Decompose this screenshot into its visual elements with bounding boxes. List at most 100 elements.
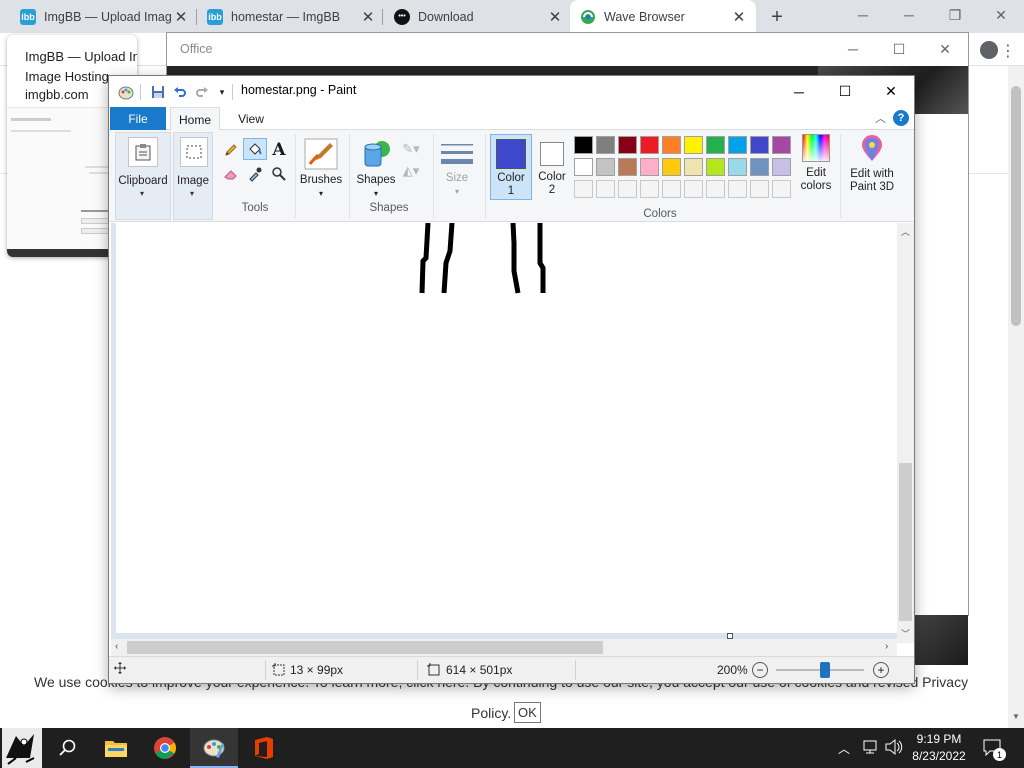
search-icon[interactable] <box>44 728 92 768</box>
scroll-down-icon[interactable]: ▼ <box>1012 712 1020 721</box>
palette-swatch[interactable] <box>772 158 791 176</box>
redo-icon[interactable] <box>193 83 211 101</box>
tab-view[interactable]: View <box>226 107 276 130</box>
edit-colors-button[interactable]: Edit colors <box>796 134 836 193</box>
tab-download[interactable]: ••• Download ✕ <box>394 0 564 33</box>
palette-swatch[interactable] <box>574 158 593 176</box>
new-tab-button[interactable]: + <box>766 6 788 28</box>
palette-swatch[interactable] <box>640 136 659 154</box>
restore-button[interactable]: ❐ <box>932 0 978 30</box>
start-button[interactable] <box>0 728 44 768</box>
clock-date[interactable]: 8/23/2022 <box>908 749 970 763</box>
palette-swatch-empty[interactable] <box>662 180 681 198</box>
cookie-ok-button[interactable]: OK <box>514 702 541 723</box>
office-icon[interactable] <box>240 728 288 768</box>
close-icon[interactable]: ✕ <box>359 8 377 26</box>
palette-swatch[interactable] <box>750 158 769 176</box>
customize-qat-icon[interactable]: ▾ <box>213 83 231 101</box>
palette-swatch-empty[interactable] <box>684 180 703 198</box>
size-button[interactable]: Size ▾ <box>435 132 479 220</box>
close-icon[interactable]: ✕ <box>546 8 564 26</box>
help-icon[interactable]: ? <box>893 110 909 126</box>
palette-swatch[interactable] <box>728 136 747 154</box>
file-explorer-icon[interactable] <box>92 728 140 768</box>
fill-shape-icon[interactable]: ◭▾ <box>399 162 423 180</box>
outline-icon[interactable]: ✎▾ <box>399 140 423 158</box>
palette-swatch[interactable] <box>684 136 703 154</box>
tab-file[interactable]: File <box>110 107 166 130</box>
office-minimize-button[interactable]: ─ <box>830 39 876 59</box>
page-scrollbar[interactable]: ▼ <box>1008 66 1024 728</box>
scrollbar-thumb[interactable] <box>127 641 603 654</box>
palette-swatch[interactable] <box>706 136 725 154</box>
scroll-down-icon[interactable]: ﹀ <box>901 627 910 640</box>
text-icon[interactable]: A <box>269 140 289 160</box>
palette-swatch[interactable] <box>750 136 769 154</box>
palette-swatch-empty[interactable] <box>640 180 659 198</box>
tab-imgbb-upload[interactable]: ibb ImgBB — Upload Imag ✕ <box>20 0 190 33</box>
palette-swatch[interactable] <box>596 158 615 176</box>
save-icon[interactable] <box>149 83 167 101</box>
palette-swatch[interactable] <box>618 136 637 154</box>
color1-button[interactable]: Color 1 <box>490 134 532 200</box>
scrollbar-thumb[interactable] <box>899 463 912 621</box>
paint-taskbar-icon[interactable] <box>190 728 238 768</box>
palette-swatch-empty[interactable] <box>750 180 769 198</box>
palette-swatch-empty[interactable] <box>772 180 791 198</box>
chrome-icon[interactable] <box>141 728 189 768</box>
edit-with-paint3d-button[interactable]: Edit with Paint 3D <box>845 134 899 194</box>
fill-icon[interactable] <box>243 138 267 160</box>
palette-swatch-empty[interactable] <box>596 180 615 198</box>
tab-homestar[interactable]: ibb homestar — ImgBB ✕ <box>207 0 377 33</box>
canvas-vertical-scrollbar[interactable]: ︿ ﹀ <box>897 223 914 643</box>
palette-swatch[interactable] <box>640 158 659 176</box>
zoom-in-button[interactable]: + <box>873 662 889 678</box>
paint-maximize-button[interactable]: ☐ <box>822 76 868 107</box>
palette-swatch[interactable] <box>662 158 681 176</box>
collapse-ribbon-icon[interactable]: ︿ <box>875 110 886 126</box>
palette-swatch[interactable] <box>706 158 725 176</box>
palette-swatch[interactable] <box>618 158 637 176</box>
palette-swatch[interactable] <box>662 136 681 154</box>
scroll-right-icon[interactable]: › <box>885 641 888 652</box>
clipboard-group[interactable]: Clipboard ▾ <box>115 132 171 220</box>
scrollbar-thumb[interactable] <box>1011 86 1021 326</box>
brushes-button[interactable]: Brushes ▾ <box>297 132 345 220</box>
palette-swatch[interactable] <box>772 136 791 154</box>
magnifier-icon[interactable] <box>269 164 289 184</box>
paint-minimize-button[interactable]: ─ <box>776 76 822 107</box>
minimize-icon[interactable]: ─ <box>886 0 932 30</box>
palette-swatch[interactable] <box>684 158 703 176</box>
office-maximize-button[interactable]: ☐ <box>876 39 922 59</box>
zoom-slider-thumb[interactable] <box>820 662 830 678</box>
undo-icon[interactable] <box>171 83 189 101</box>
network-icon[interactable] <box>862 739 880 755</box>
pencil-icon[interactable] <box>221 140 241 160</box>
menu-icon[interactable]: ⋮ <box>1000 41 1016 61</box>
zoom-out-button[interactable]: − <box>752 662 768 678</box>
avatar[interactable] <box>980 41 998 59</box>
color-picker-icon[interactable] <box>245 164 265 184</box>
palette-swatch[interactable] <box>596 136 615 154</box>
minimize-button[interactable]: ─ <box>840 0 886 30</box>
palette-swatch-empty[interactable] <box>618 180 637 198</box>
shapes-button[interactable]: Shapes ▾ <box>353 132 399 200</box>
tab-home[interactable]: Home <box>170 107 220 131</box>
clock-time[interactable]: 9:19 PM <box>908 732 970 746</box>
volume-icon[interactable] <box>884 738 904 756</box>
paint-close-button[interactable]: ✕ <box>868 76 914 107</box>
close-window-button[interactable]: ✕ <box>978 0 1024 30</box>
close-icon[interactable]: ✕ <box>172 8 190 26</box>
scroll-left-icon[interactable]: ‹ <box>115 641 118 652</box>
close-icon[interactable]: ✕ <box>730 8 748 26</box>
image-group[interactable]: Image ▾ <box>173 132 213 220</box>
color2-button[interactable]: Color 2 <box>534 134 570 200</box>
palette-swatch-empty[interactable] <box>574 180 593 198</box>
tab-wave-browser[interactable]: Wave Browser ✕ <box>570 0 756 33</box>
scroll-up-icon[interactable]: ︿ <box>901 225 910 238</box>
palette-swatch[interactable] <box>728 158 747 176</box>
chevron-up-icon[interactable]: ︿ <box>838 740 850 757</box>
office-close-button[interactable]: ✕ <box>922 39 968 59</box>
palette-swatch[interactable] <box>574 136 593 154</box>
drawing-canvas[interactable] <box>116 223 897 633</box>
